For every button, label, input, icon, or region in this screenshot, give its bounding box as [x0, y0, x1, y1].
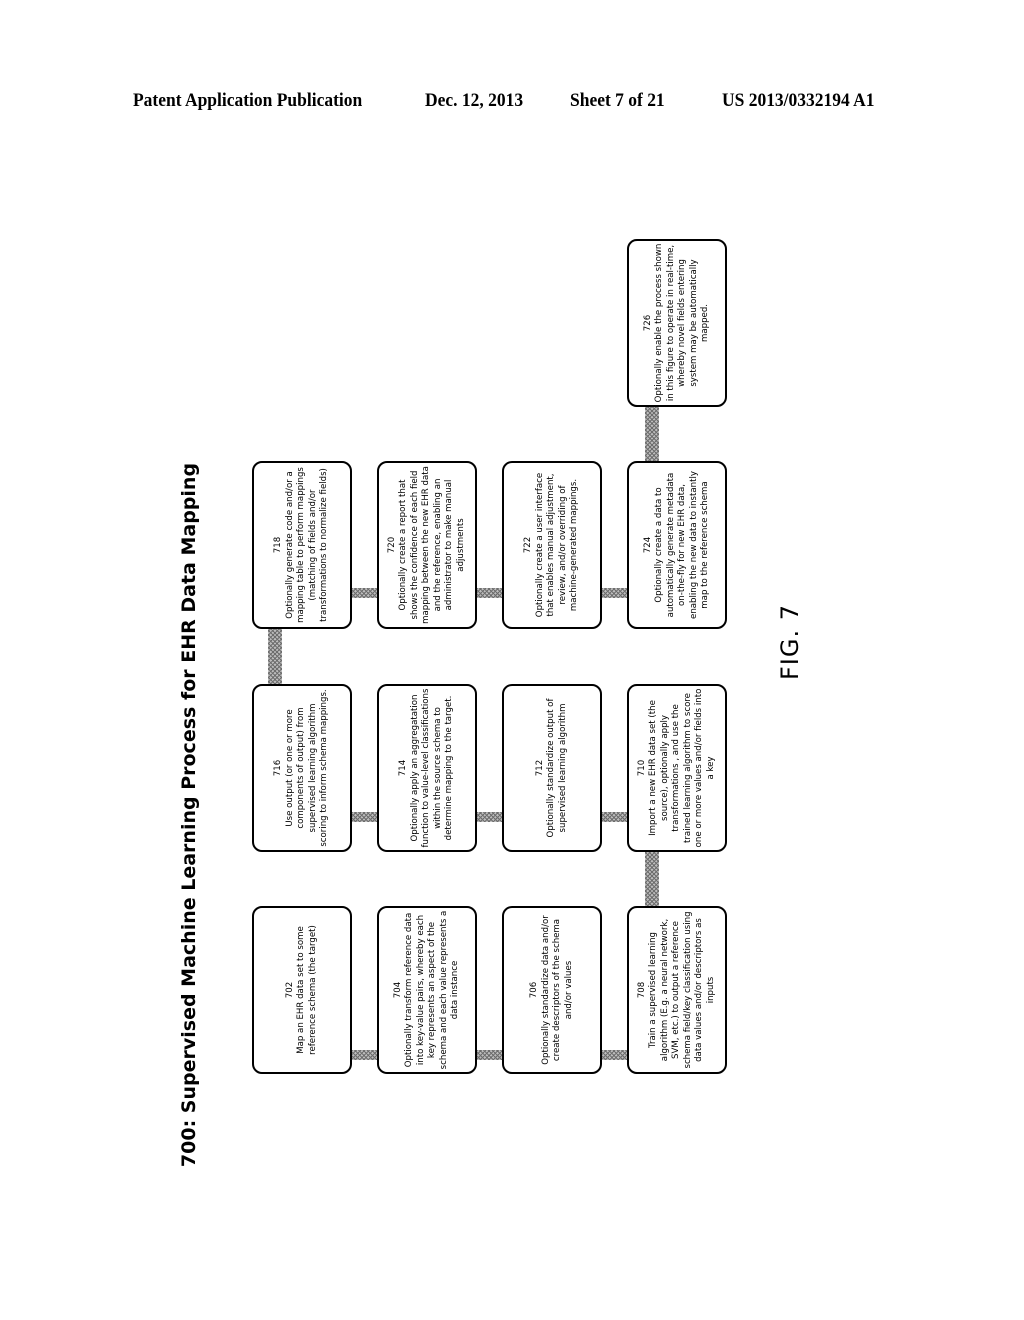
step-text: Optionally create a report that shows th…: [398, 466, 466, 624]
step-text: Optionally standardize output of supervi…: [546, 698, 568, 838]
step-text: Optionally standardize data and/or creat…: [540, 915, 574, 1065]
sheet-number: Sheet 7 of 21: [570, 90, 665, 111]
step-text: Optionally create a data to automaticall…: [654, 471, 710, 619]
step-number: 706: [529, 981, 539, 999]
publication-date: Dec. 12, 2013: [425, 90, 524, 111]
step-text: Map an EHR data set to some reference sc…: [296, 925, 318, 1055]
step-712: 712 Optionally standardize output of supe…: [502, 684, 602, 852]
step-number: 718: [273, 536, 284, 554]
patent-number: US 2013/0332194 A1: [722, 90, 875, 111]
step-724: 724 Optionally create a data to automatic…: [627, 461, 727, 629]
step-722: 722 Optionally create a user interface th…: [502, 461, 602, 629]
connector-716-718: [268, 628, 282, 686]
step-text: Optionally generate code and/or a mappin…: [284, 467, 330, 623]
step-718: 718 Optionally generate code and/or a map…: [252, 461, 352, 629]
step-716: 716 Use output (or one or more components…: [252, 684, 352, 852]
connector-718-720: [351, 588, 377, 598]
step-number: 712: [534, 759, 545, 777]
step-714: 714 Optionally apply an aggregatation fun…: [377, 684, 477, 852]
step-706: 706 Optionally standardize data and/or cr…: [502, 906, 602, 1074]
step-number: 722: [523, 536, 534, 554]
connector-724-726: [645, 406, 659, 464]
step-text: Import a new EHR data set (the source), …: [648, 688, 716, 848]
connector-704-706: [476, 1050, 502, 1060]
connector-720-722: [476, 588, 502, 598]
step-number: 724: [642, 536, 653, 554]
step-number: 710: [636, 759, 647, 777]
step-text: Use output (or one or more components of…: [284, 689, 330, 847]
connector-706-708: [601, 1050, 627, 1060]
connector-710-712: [601, 812, 627, 822]
step-number: 720: [386, 536, 397, 554]
connector-712-714: [476, 812, 502, 822]
publication-label: Patent Application Publication: [133, 90, 363, 111]
connector-714-716: [351, 812, 377, 822]
step-number: 716: [273, 759, 284, 777]
step-number: 702: [284, 981, 295, 999]
step-text: Optionally transform reference data into…: [404, 910, 460, 1070]
step-720: 720 Optionally create a report that shows…: [377, 461, 477, 629]
connector-722-724: [601, 588, 627, 598]
step-number: 726: [642, 314, 653, 332]
connector-702-704: [351, 1050, 377, 1060]
step-number: 704: [392, 981, 403, 999]
step-text: Optionally create a user interface that …: [534, 472, 580, 618]
step-702: 702 Map an EHR data set to some reference…: [252, 906, 352, 1074]
step-708: 708 Train a supervised learning algorithm…: [627, 906, 727, 1074]
step-710: 710 Import a new EHR data set (the source…: [627, 684, 727, 852]
diagram-title: 700: Supervised Machine Learning Process…: [178, 462, 200, 1168]
step-text: Optionally enable the process shown in t…: [654, 243, 710, 403]
step-text: Train a supervised learning algorithm (E…: [648, 911, 716, 1069]
step-704: 704 Optionally transform reference data i…: [377, 906, 477, 1074]
connector-708-710: [645, 850, 659, 908]
step-number: 708: [636, 981, 647, 999]
step-726: 726 Optionally enable the process shown i…: [627, 239, 727, 407]
step-number: 714: [398, 759, 409, 777]
step-text: Optionally apply an aggregatation functi…: [409, 688, 455, 848]
figure-label: FIG. 7: [776, 604, 804, 681]
